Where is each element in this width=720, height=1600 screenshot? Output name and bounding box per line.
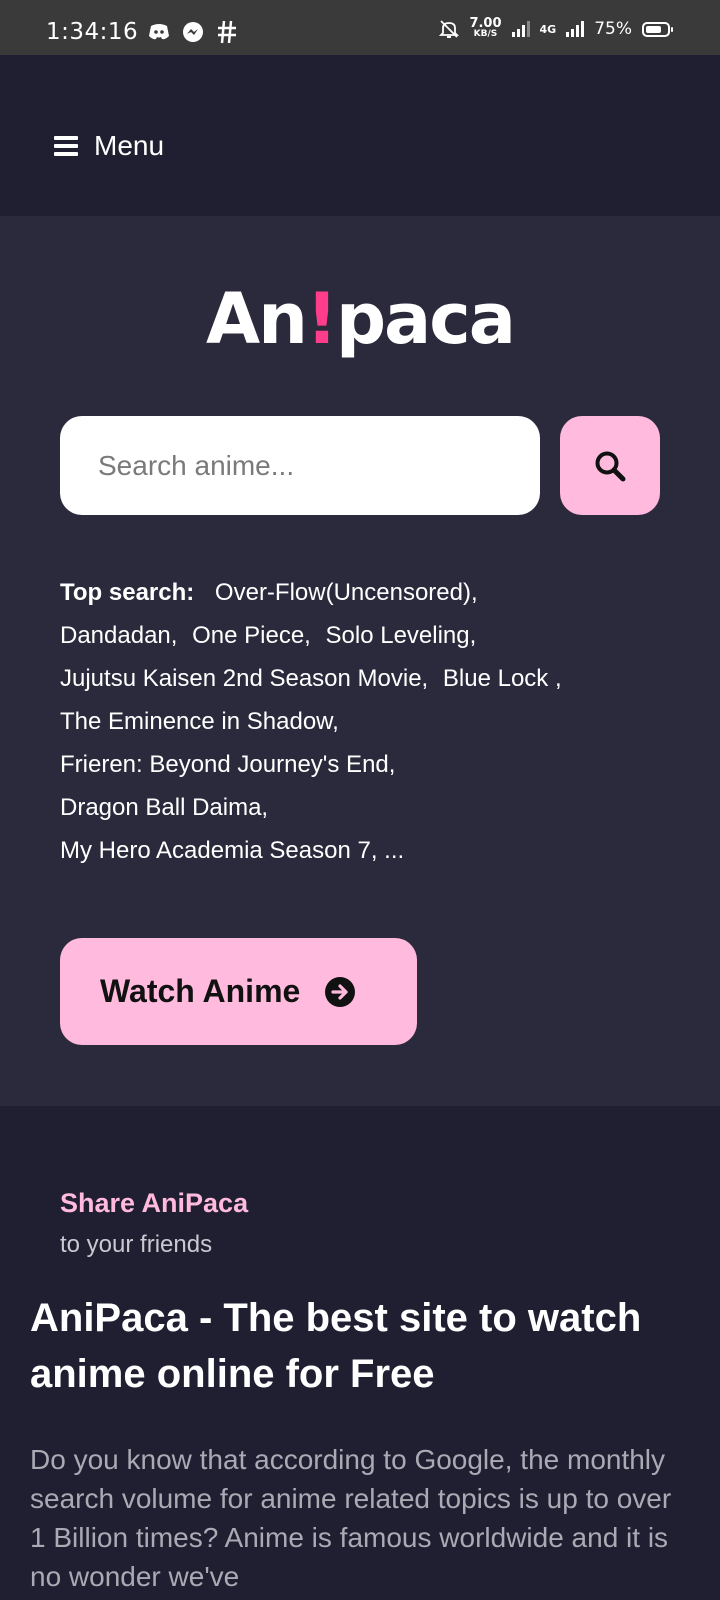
signal-icon (511, 21, 530, 37)
battery-icon (642, 21, 673, 37)
notification-icons (148, 20, 238, 44)
status-bar: 1:34:16 7.00 KB/S 4G 75% (0, 0, 720, 55)
watch-anime-button[interactable]: Watch Anime (60, 938, 417, 1045)
top-search-link[interactable]: Blue Lock , (443, 665, 562, 692)
hamburger-icon (54, 136, 78, 156)
share-section: Share AniPaca to your friends (60, 1188, 248, 1259)
hero-section: An!paca Top search: Over-Flow(Uncensored… (0, 216, 720, 1106)
search-icon (595, 451, 626, 481)
top-search-link[interactable]: Jujutsu Kaisen 2nd Season Movie, (60, 665, 428, 692)
about-title: AniPaca - The best site to watch anime o… (30, 1296, 642, 1396)
top-search-label: Top search: (60, 579, 195, 606)
battery-fill (646, 25, 661, 33)
status-right: 7.00 KB/S 4G 75% (439, 16, 673, 40)
top-search: Top search: Over-Flow(Uncensored), Danda… (60, 571, 670, 872)
bell-off-icon (439, 20, 460, 38)
menu-button[interactable]: Menu (54, 130, 164, 162)
menu-label: Menu (94, 130, 165, 161)
top-search-link[interactable]: Dragon Ball Daima, (60, 794, 268, 821)
search-button[interactable] (560, 416, 660, 515)
top-search-link[interactable]: Solo Leveling, (326, 622, 477, 649)
top-search-link[interactable]: Dandadan, (60, 622, 177, 649)
about-text: Do you know that according to Google, th… (30, 1444, 672, 1592)
messenger-icon (183, 22, 203, 42)
search-input[interactable] (60, 416, 540, 515)
top-nav: Menu (0, 55, 720, 216)
signal-icon-2 (566, 21, 585, 37)
app-icon (218, 20, 236, 44)
watch-anime-label: Watch Anime (100, 973, 301, 1009)
top-search-link[interactable]: Frieren: Beyond Journey's End, (60, 751, 395, 778)
battery-percent: 75% (594, 19, 632, 39)
site-logo[interactable]: An!paca (0, 278, 720, 360)
network-type: 4G (539, 22, 557, 36)
top-search-link[interactable]: My Hero Academia Season 7, ... (60, 837, 404, 864)
discord-icon (149, 24, 169, 40)
top-search-link[interactable]: One Piece, (192, 622, 311, 649)
top-search-link[interactable]: Over-Flow(Uncensored), (215, 579, 478, 606)
top-search-link[interactable]: The Eminence in Shadow, (60, 708, 339, 735)
share-title: Share AniPaca (60, 1188, 249, 1218)
share-subtitle: to your friends (60, 1231, 213, 1258)
net-speed: 7.00 KB/S (469, 16, 502, 39)
status-time: 1:34:16 (46, 19, 139, 45)
arrow-right-circle-icon (325, 976, 356, 1007)
